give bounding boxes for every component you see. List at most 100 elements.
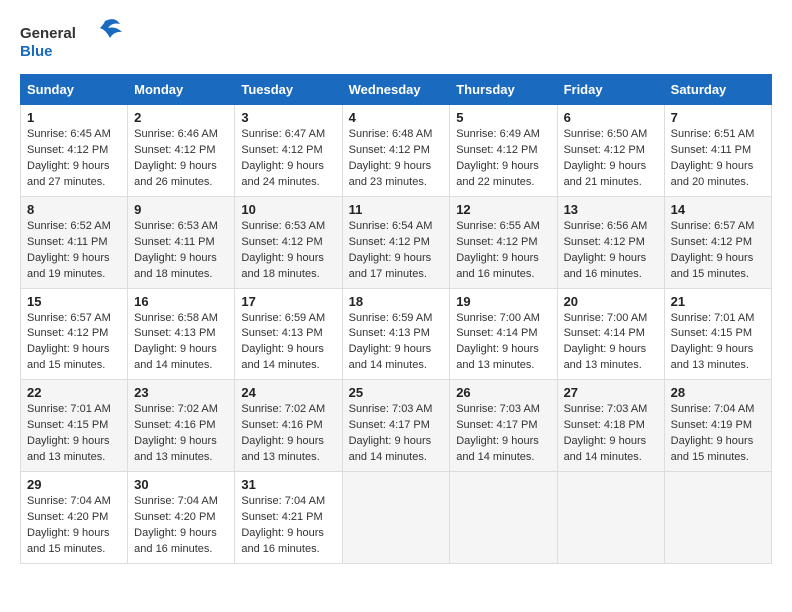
day-info: Sunrise: 6:49 AM Sunset: 4:12 PM Dayligh…: [456, 127, 550, 191]
day-number: 22: [27, 385, 121, 400]
day-info: Sunrise: 6:57 AM Sunset: 4:12 PM Dayligh…: [27, 311, 121, 375]
day-number: 30: [134, 477, 228, 492]
day-number: 7: [671, 110, 765, 125]
calendar-week-3: 15 Sunrise: 6:57 AM Sunset: 4:12 PM Dayl…: [21, 288, 772, 380]
day-number: 31: [241, 477, 335, 492]
day-info: Sunrise: 6:51 AM Sunset: 4:11 PM Dayligh…: [671, 127, 765, 191]
day-number: 16: [134, 294, 228, 309]
calendar-cell: 28 Sunrise: 7:04 AM Sunset: 4:19 PM Dayl…: [664, 380, 771, 472]
calendar-cell: 22 Sunrise: 7:01 AM Sunset: 4:15 PM Dayl…: [21, 380, 128, 472]
calendar-cell: 6 Sunrise: 6:50 AM Sunset: 4:12 PM Dayli…: [557, 105, 664, 197]
day-info: Sunrise: 7:01 AM Sunset: 4:15 PM Dayligh…: [671, 311, 765, 375]
day-info: Sunrise: 6:55 AM Sunset: 4:12 PM Dayligh…: [456, 219, 550, 283]
day-info: Sunrise: 7:03 AM Sunset: 4:17 PM Dayligh…: [456, 402, 550, 466]
day-info: Sunrise: 6:57 AM Sunset: 4:12 PM Dayligh…: [671, 219, 765, 283]
calendar-header-row: SundayMondayTuesdayWednesdayThursdayFrid…: [21, 75, 772, 105]
day-info: Sunrise: 7:01 AM Sunset: 4:15 PM Dayligh…: [27, 402, 121, 466]
day-number: 8: [27, 202, 121, 217]
calendar-cell: 23 Sunrise: 7:02 AM Sunset: 4:16 PM Dayl…: [128, 380, 235, 472]
calendar-cell: 21 Sunrise: 7:01 AM Sunset: 4:15 PM Dayl…: [664, 288, 771, 380]
calendar-cell: 11 Sunrise: 6:54 AM Sunset: 4:12 PM Dayl…: [342, 196, 450, 288]
calendar-cell: 14 Sunrise: 6:57 AM Sunset: 4:12 PM Dayl…: [664, 196, 771, 288]
day-number: 27: [564, 385, 658, 400]
day-number: 4: [349, 110, 444, 125]
day-number: 15: [27, 294, 121, 309]
day-info: Sunrise: 7:00 AM Sunset: 4:14 PM Dayligh…: [456, 311, 550, 375]
day-number: 26: [456, 385, 550, 400]
day-number: 14: [671, 202, 765, 217]
day-number: 25: [349, 385, 444, 400]
day-info: Sunrise: 6:45 AM Sunset: 4:12 PM Dayligh…: [27, 127, 121, 191]
calendar-week-1: 1 Sunrise: 6:45 AM Sunset: 4:12 PM Dayli…: [21, 105, 772, 197]
day-number: 21: [671, 294, 765, 309]
day-info: Sunrise: 7:03 AM Sunset: 4:18 PM Dayligh…: [564, 402, 658, 466]
day-info: Sunrise: 7:03 AM Sunset: 4:17 PM Dayligh…: [349, 402, 444, 466]
calendar-cell: 19 Sunrise: 7:00 AM Sunset: 4:14 PM Dayl…: [450, 288, 557, 380]
calendar-cell: 13 Sunrise: 6:56 AM Sunset: 4:12 PM Dayl…: [557, 196, 664, 288]
calendar-cell: 26 Sunrise: 7:03 AM Sunset: 4:17 PM Dayl…: [450, 380, 557, 472]
day-number: 28: [671, 385, 765, 400]
calendar-cell: 12 Sunrise: 6:55 AM Sunset: 4:12 PM Dayl…: [450, 196, 557, 288]
col-header-monday: Monday: [128, 75, 235, 105]
calendar-cell: 10 Sunrise: 6:53 AM Sunset: 4:12 PM Dayl…: [235, 196, 342, 288]
calendar-cell: 7 Sunrise: 6:51 AM Sunset: 4:11 PM Dayli…: [664, 105, 771, 197]
calendar-cell: 4 Sunrise: 6:48 AM Sunset: 4:12 PM Dayli…: [342, 105, 450, 197]
day-info: Sunrise: 6:54 AM Sunset: 4:12 PM Dayligh…: [349, 219, 444, 283]
logo-svg: General Blue: [20, 16, 140, 64]
col-header-tuesday: Tuesday: [235, 75, 342, 105]
calendar-cell: 31 Sunrise: 7:04 AM Sunset: 4:21 PM Dayl…: [235, 472, 342, 564]
calendar-cell: 29 Sunrise: 7:04 AM Sunset: 4:20 PM Dayl…: [21, 472, 128, 564]
calendar-week-5: 29 Sunrise: 7:04 AM Sunset: 4:20 PM Dayl…: [21, 472, 772, 564]
day-info: Sunrise: 6:58 AM Sunset: 4:13 PM Dayligh…: [134, 311, 228, 375]
day-info: Sunrise: 7:02 AM Sunset: 4:16 PM Dayligh…: [241, 402, 335, 466]
day-number: 23: [134, 385, 228, 400]
day-info: Sunrise: 6:50 AM Sunset: 4:12 PM Dayligh…: [564, 127, 658, 191]
calendar-cell: 2 Sunrise: 6:46 AM Sunset: 4:12 PM Dayli…: [128, 105, 235, 197]
calendar-cell: [664, 472, 771, 564]
day-number: 2: [134, 110, 228, 125]
day-info: Sunrise: 6:48 AM Sunset: 4:12 PM Dayligh…: [349, 127, 444, 191]
calendar-cell: 30 Sunrise: 7:04 AM Sunset: 4:20 PM Dayl…: [128, 472, 235, 564]
calendar-cell: 16 Sunrise: 6:58 AM Sunset: 4:13 PM Dayl…: [128, 288, 235, 380]
page-header: General Blue: [20, 16, 772, 64]
col-header-saturday: Saturday: [664, 75, 771, 105]
day-info: Sunrise: 6:56 AM Sunset: 4:12 PM Dayligh…: [564, 219, 658, 283]
day-info: Sunrise: 7:04 AM Sunset: 4:20 PM Dayligh…: [27, 494, 121, 558]
calendar-cell: 18 Sunrise: 6:59 AM Sunset: 4:13 PM Dayl…: [342, 288, 450, 380]
day-number: 13: [564, 202, 658, 217]
calendar-cell: [342, 472, 450, 564]
day-info: Sunrise: 6:46 AM Sunset: 4:12 PM Dayligh…: [134, 127, 228, 191]
col-header-thursday: Thursday: [450, 75, 557, 105]
day-number: 19: [456, 294, 550, 309]
calendar-cell: 15 Sunrise: 6:57 AM Sunset: 4:12 PM Dayl…: [21, 288, 128, 380]
calendar-cell: 25 Sunrise: 7:03 AM Sunset: 4:17 PM Dayl…: [342, 380, 450, 472]
day-number: 29: [27, 477, 121, 492]
day-number: 6: [564, 110, 658, 125]
day-number: 18: [349, 294, 444, 309]
day-number: 20: [564, 294, 658, 309]
calendar-cell: [450, 472, 557, 564]
day-info: Sunrise: 6:59 AM Sunset: 4:13 PM Dayligh…: [349, 311, 444, 375]
calendar-cell: 17 Sunrise: 6:59 AM Sunset: 4:13 PM Dayl…: [235, 288, 342, 380]
day-info: Sunrise: 7:04 AM Sunset: 4:19 PM Dayligh…: [671, 402, 765, 466]
day-info: Sunrise: 7:04 AM Sunset: 4:20 PM Dayligh…: [134, 494, 228, 558]
day-number: 17: [241, 294, 335, 309]
day-info: Sunrise: 6:53 AM Sunset: 4:11 PM Dayligh…: [134, 219, 228, 283]
calendar-cell: 5 Sunrise: 6:49 AM Sunset: 4:12 PM Dayli…: [450, 105, 557, 197]
day-number: 1: [27, 110, 121, 125]
calendar-week-2: 8 Sunrise: 6:52 AM Sunset: 4:11 PM Dayli…: [21, 196, 772, 288]
calendar-cell: 24 Sunrise: 7:02 AM Sunset: 4:16 PM Dayl…: [235, 380, 342, 472]
calendar-table: SundayMondayTuesdayWednesdayThursdayFrid…: [20, 74, 772, 564]
col-header-friday: Friday: [557, 75, 664, 105]
day-info: Sunrise: 6:47 AM Sunset: 4:12 PM Dayligh…: [241, 127, 335, 191]
calendar-cell: 1 Sunrise: 6:45 AM Sunset: 4:12 PM Dayli…: [21, 105, 128, 197]
calendar-cell: 3 Sunrise: 6:47 AM Sunset: 4:12 PM Dayli…: [235, 105, 342, 197]
day-number: 11: [349, 202, 444, 217]
day-info: Sunrise: 7:02 AM Sunset: 4:16 PM Dayligh…: [134, 402, 228, 466]
day-number: 24: [241, 385, 335, 400]
day-info: Sunrise: 6:53 AM Sunset: 4:12 PM Dayligh…: [241, 219, 335, 283]
calendar-week-4: 22 Sunrise: 7:01 AM Sunset: 4:15 PM Dayl…: [21, 380, 772, 472]
calendar-cell: 27 Sunrise: 7:03 AM Sunset: 4:18 PM Dayl…: [557, 380, 664, 472]
day-info: Sunrise: 7:00 AM Sunset: 4:14 PM Dayligh…: [564, 311, 658, 375]
logo: General Blue: [20, 16, 140, 64]
